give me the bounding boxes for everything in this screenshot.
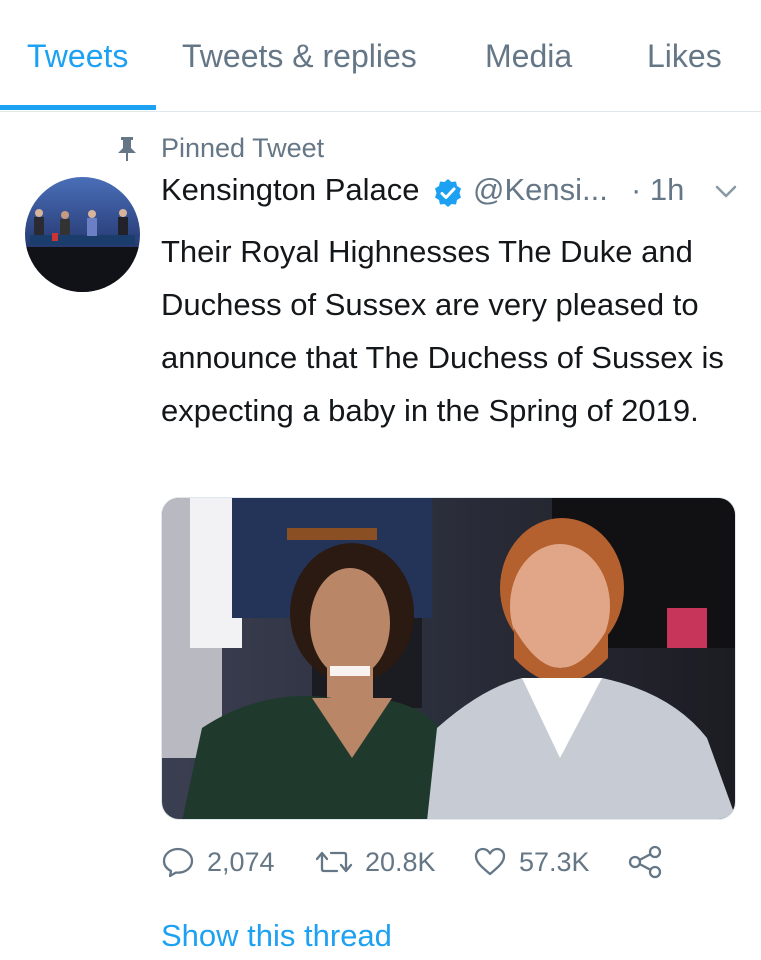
author-display-name[interactable]: Kensington Palace	[161, 172, 420, 208]
profile-tabs: Tweets Tweets & replies Media Likes	[0, 0, 761, 112]
retweet-count: 20.8K	[365, 846, 436, 877]
tweet-header: Kensington Palace @Kensi... · 1h	[161, 172, 751, 214]
pinned-tweet-label: Pinned Tweet	[116, 132, 324, 166]
tab-likes[interactable]: Likes	[647, 38, 722, 75]
reply-count: 2,074	[207, 846, 275, 877]
retweet-button[interactable]: 20.8K	[315, 840, 436, 884]
tweet-timestamp[interactable]: · 1h	[631, 172, 684, 208]
share-button[interactable]	[627, 840, 663, 884]
pinned-tweet-text: Pinned Tweet	[161, 133, 325, 163]
show-thread-link[interactable]: Show this thread	[161, 918, 392, 954]
like-count: 57.3K	[519, 846, 590, 877]
like-button[interactable]: 57.3K	[473, 840, 590, 884]
verified-badge-icon	[433, 178, 463, 208]
pin-icon	[116, 136, 138, 162]
retweet-icon	[315, 845, 353, 879]
tab-media[interactable]: Media	[485, 38, 572, 75]
avatar[interactable]	[25, 177, 140, 292]
reply-button[interactable]: 2,074	[161, 840, 275, 884]
reply-icon	[161, 845, 195, 879]
tweet-media-photo[interactable]	[161, 497, 736, 820]
active-tab-indicator	[0, 105, 156, 110]
tweet-text: Their Royal Highnesses The Duke and Duch…	[161, 234, 724, 428]
tab-tweets-and-replies[interactable]: Tweets & replies	[182, 38, 417, 75]
tweet-actions: 2,074 20.8K 57.3K	[161, 840, 751, 884]
heart-icon	[473, 845, 507, 879]
chevron-down-icon[interactable]	[713, 182, 739, 202]
share-icon	[627, 845, 663, 879]
author-handle[interactable]: @Kensi...	[473, 172, 608, 208]
tab-tweets[interactable]: Tweets	[27, 38, 128, 75]
